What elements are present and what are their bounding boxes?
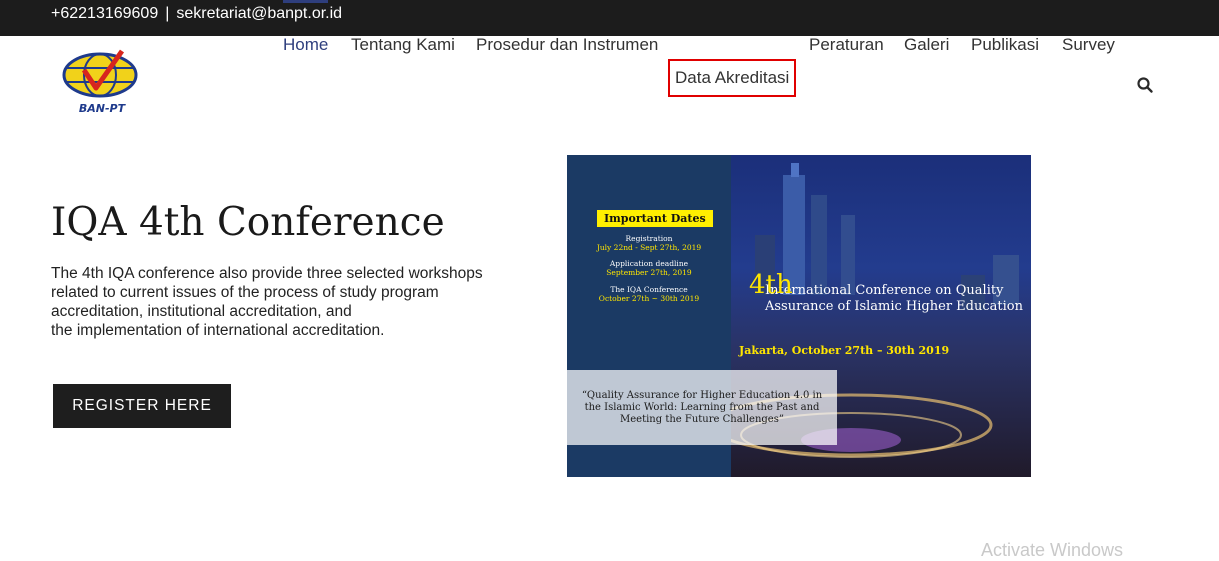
date-registration: Registration July 22nd - Sept 27th, 2019	[567, 234, 731, 252]
nav-data-akreditasi[interactable]: Data Akreditasi	[668, 59, 797, 97]
nav-peraturan[interactable]: Peraturan	[809, 0, 884, 90]
svg-text:BAN-PT: BAN-PT	[79, 102, 127, 115]
date-value: July 22nd - Sept 27th, 2019	[596, 243, 702, 252]
nav-prosedur-dan-instrumen[interactable]: Prosedur dan Instrumen	[476, 0, 658, 90]
nav-survey-label: Survey	[1062, 35, 1115, 54]
hero-line: accreditation, institutional accreditati…	[51, 303, 352, 320]
hero-description: The 4th IQA conference also provide thre…	[51, 264, 521, 340]
activate-windows-watermark: Activate Windows	[981, 540, 1124, 560]
phone-number[interactable]: +62213169609	[51, 5, 158, 23]
nav-galeri-label: Galeri	[904, 35, 950, 54]
conference-poster[interactable]: Important Dates Registration July 22nd -…	[567, 155, 1031, 477]
nav-home[interactable]: Home	[283, 0, 329, 90]
nav-prosedur-label: Prosedur dan Instrumen	[476, 35, 659, 54]
date-iqa-conference: The IQA Conference October 27th ~ 30th 2…	[567, 285, 731, 303]
nav-publikasi[interactable]: Publikasi	[971, 0, 1039, 90]
poster-conference-date: Jakarta, October 27th – 30th 2019	[739, 344, 950, 357]
hero-line: related to current issues of the process…	[51, 284, 439, 301]
nav-tentang-kami[interactable]: Tentang Kami	[351, 0, 455, 90]
search-icon[interactable]	[1136, 76, 1154, 94]
date-heading: Application deadline	[609, 259, 689, 268]
contact-separator: |	[165, 5, 170, 22]
nav-survey[interactable]: Survey	[1062, 0, 1115, 90]
date-application-deadline: Application deadline September 27th, 201…	[567, 259, 731, 277]
date-heading: Registration	[625, 234, 673, 243]
poster-theme-quote: “Quality Assurance for Higher Education …	[567, 370, 837, 445]
nav-peraturan-label: Peraturan	[809, 35, 884, 54]
hero-title: IQA 4th Conference	[51, 200, 445, 245]
poster-title-number: 4th	[749, 270, 793, 300]
nav-tentang-kami-label: Tentang Kami	[351, 35, 455, 54]
important-dates-label: Important Dates	[597, 210, 713, 227]
date-heading: The IQA Conference	[610, 285, 688, 294]
poster-conference-title: 4th International Conference on Quality …	[749, 272, 1027, 315]
nav-home-label: Home	[283, 35, 329, 54]
date-value: October 27th ~ 30th 2019	[598, 294, 700, 303]
register-here-button[interactable]: REGISTER HERE	[53, 384, 231, 428]
nav-data-akreditasi-label: Data Akreditasi	[675, 68, 790, 87]
hero-line: the implementation of international accr…	[51, 322, 385, 339]
date-value: September 27th, 2019	[606, 268, 692, 277]
active-indicator	[283, 0, 329, 3]
nav-publikasi-label: Publikasi	[971, 35, 1040, 54]
nav-galeri[interactable]: Galeri	[904, 0, 949, 90]
ban-pt-logo[interactable]: BAN-PT	[62, 48, 142, 120]
hero-line: The 4th IQA conference also provide thre…	[51, 265, 483, 282]
